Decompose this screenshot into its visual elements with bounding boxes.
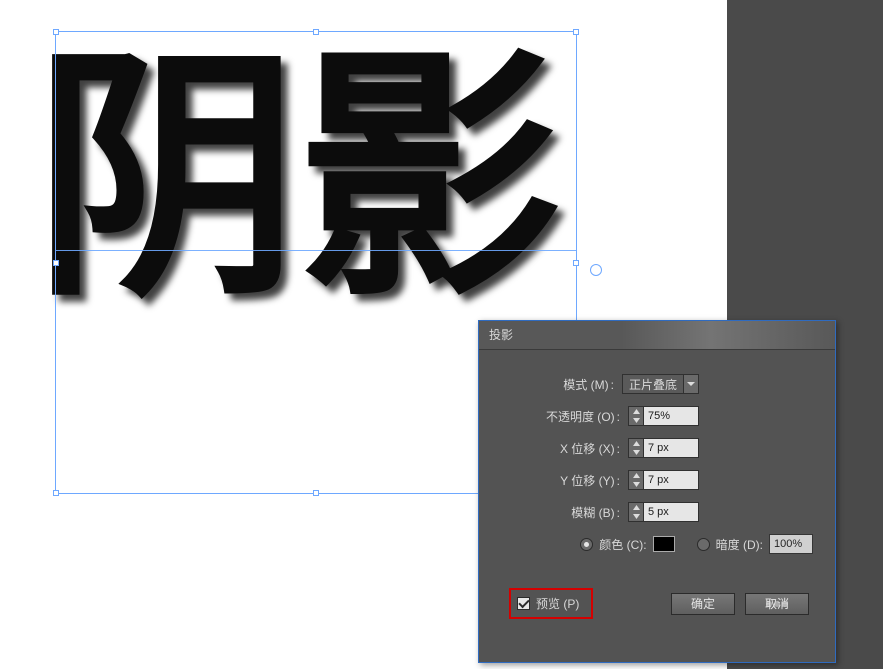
chevron-down-icon[interactable] [629,512,643,521]
resize-handle-mid-right[interactable] [573,260,579,266]
shadow-sample-text[interactable]: 阴影 [34,0,560,347]
resize-handle-top-right[interactable] [573,29,579,35]
color-swatch[interactable] [653,536,675,552]
preview-highlight: 预览 (P) [509,588,593,619]
text-outport-handle[interactable] [590,264,602,276]
chevron-up-icon[interactable] [629,439,643,448]
mode-combobox[interactable]: 正片叠底 [622,374,699,394]
chevron-down-icon[interactable] [629,480,643,489]
opacity-value[interactable]: 75% [644,407,698,425]
darkness-spinner[interactable]: 100% [769,534,813,554]
y-offset-value[interactable]: 7 px [644,471,698,489]
mode-label: 模式 (M): [563,376,622,393]
x-offset-spinner[interactable]: 7 px [628,438,699,458]
resize-handle-bottom-mid[interactable] [313,490,319,496]
x-offset-label: X 位移 (X): [560,440,628,457]
chevron-up-icon[interactable] [629,471,643,480]
drop-shadow-dialog: 投影 模式 (M): 正片叠底 不透明度 (O): [478,320,836,663]
darkness-radio[interactable] [697,538,710,551]
color-radio[interactable] [580,538,593,551]
ok-button[interactable]: 确定 [671,593,735,615]
darkness-label: 暗度 (D): [716,536,763,553]
y-offset-spinner[interactable]: 7 px [628,470,699,490]
blur-value[interactable]: 5 px [644,503,698,521]
blur-label: 模糊 (B): [571,504,628,521]
mode-value: 正片叠底 [623,376,683,393]
opacity-spinner[interactable]: 75% [628,406,699,426]
chevron-up-icon[interactable] [629,503,643,512]
preview-checkbox[interactable] [517,597,530,610]
darkness-value[interactable]: 100% [770,535,812,553]
chevron-down-icon [683,375,698,393]
chevron-down-icon[interactable] [629,416,643,425]
x-offset-value[interactable]: 7 px [644,439,698,457]
cancel-button[interactable]: 取消 [745,593,809,615]
dialog-titlebar[interactable]: 投影 [479,321,835,350]
resize-handle-bottom-left[interactable] [53,490,59,496]
chevron-up-icon[interactable] [629,407,643,416]
dialog-title: 投影 [489,321,513,349]
preview-label: 预览 (P) [536,595,579,612]
blur-spinner[interactable]: 5 px [628,502,699,522]
color-label: 颜色 (C): [599,536,646,553]
opacity-label: 不透明度 (O): [546,408,628,425]
chevron-down-icon[interactable] [629,448,643,457]
y-offset-label: Y 位移 (Y): [560,472,628,489]
